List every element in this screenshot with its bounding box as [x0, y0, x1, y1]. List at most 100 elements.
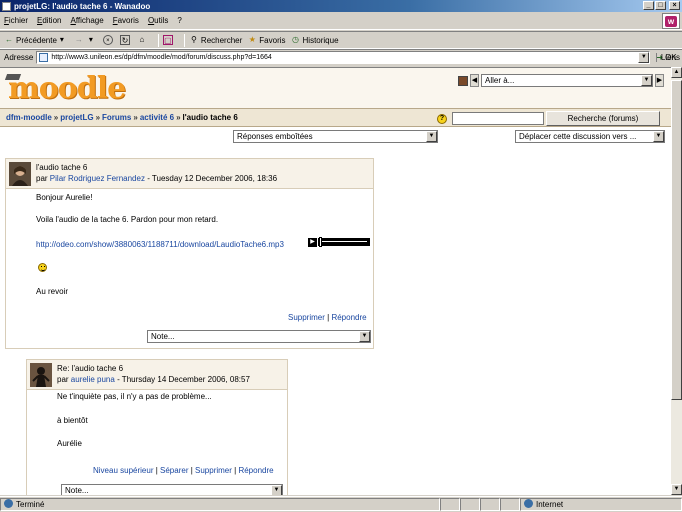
menu-outils[interactable]: Outils — [148, 16, 168, 25]
moodle-logo[interactable]: moodle — [4, 71, 126, 106]
audio-player[interactable]: ▶ — [308, 237, 370, 247]
smiley-icon — [38, 263, 47, 272]
media-button[interactable]: ▢ — [162, 35, 175, 45]
move-discussion-select[interactable]: Déplacer cette discussion vers ... ▼ — [515, 130, 665, 143]
back-arrow-icon: ← — [5, 35, 13, 44]
status-text: Terminé — [16, 500, 45, 509]
post-line: Ne t'inquiète pas, il n'y a pas de probl… — [57, 392, 212, 401]
split-link[interactable]: Séparer — [160, 466, 188, 475]
menu-edition[interactable]: Edition — [37, 16, 61, 25]
stop-button[interactable]: × — [102, 35, 115, 45]
post-by-label: par — [57, 375, 69, 384]
post-date: - Tuesday 12 December 2006, 18:36 — [144, 174, 278, 183]
address-dropdown-icon[interactable]: ▼ — [638, 52, 650, 63]
minimize-button[interactable]: _ — [643, 1, 654, 10]
post-date: - Thursday 14 December 2006, 08:57 — [114, 375, 250, 384]
scroll-up-button[interactable]: ▲ — [671, 67, 682, 78]
home-button[interactable]: ⌂ — [137, 35, 149, 45]
forum-post: l'audio tache 6 par Pilar Rodriguez Fern… — [5, 158, 374, 349]
home-icon: ⌂ — [139, 35, 145, 44]
jump-to-select[interactable]: Aller à... ▼ — [481, 74, 653, 87]
status-cell — [480, 498, 500, 511]
chevron-down-icon: ▼ — [271, 485, 282, 495]
breadcrumb-site[interactable]: dfm-moodle — [6, 113, 52, 122]
graduation-cap-icon — [4, 74, 22, 80]
post-author-link[interactable]: Pilar Rodriguez Fernandez — [50, 174, 145, 183]
rating-select[interactable]: Note... ▼ — [61, 484, 283, 495]
help-icon[interactable]: ? — [437, 114, 447, 124]
delete-link[interactable]: Supprimer — [288, 313, 325, 322]
delete-link[interactable]: Supprimer — [195, 466, 232, 475]
ie-app-icon — [2, 1, 11, 11]
display-mode-select[interactable]: Réponses emboîtées ▼ — [233, 130, 438, 143]
menu-fichier[interactable]: Fichier — [4, 16, 28, 25]
reply-link[interactable]: Répondre — [331, 313, 366, 322]
address-label: Adresse — [4, 53, 34, 62]
parent-link[interactable]: Niveau supérieur — [93, 466, 153, 475]
favorites-button[interactable]: ★ Favoris — [247, 35, 286, 45]
security-zone: Internet — [536, 500, 564, 509]
forward-button[interactable]: → ▾ — [74, 35, 98, 45]
audio-link[interactable]: http://odeo.com/show/3880063/1188711/dow… — [36, 240, 284, 249]
play-icon[interactable]: ▶ — [308, 237, 317, 247]
scroll-down-button[interactable]: ▼ — [671, 484, 682, 495]
chevron-down-icon: ▼ — [653, 131, 664, 142]
internet-globe-icon — [524, 499, 533, 508]
breadcrumb-activity[interactable]: activité 6 — [140, 113, 174, 122]
history-icon: ◷ — [292, 35, 299, 44]
breadcrumb-current: l'audio tache 6 — [182, 113, 238, 122]
favorites-folder-icon: ★ — [248, 35, 256, 44]
window-titlebar: projetLG: l'audio tache 6 - Wanadoo _ □ … — [0, 0, 682, 12]
post-line: Bonjour Aurelie! — [36, 193, 93, 202]
back-button[interactable]: ← Précédente ▾ — [4, 35, 69, 45]
chevron-down-icon: ▼ — [641, 75, 652, 86]
post-author-line: par Pilar Rodriguez Fernandez - Tuesday … — [36, 174, 277, 183]
toolbar-separator — [183, 33, 185, 47]
address-url: http://www3.unileon.es/dp/dfm/moodle/mod… — [51, 54, 272, 61]
security-zone-cell: Internet — [520, 498, 682, 511]
menu-help[interactable]: ? — [177, 16, 181, 25]
history-button[interactable]: ◷ Historique — [291, 35, 339, 45]
rating-select[interactable]: Note... ▼ — [147, 330, 371, 343]
breadcrumb-separator: » — [133, 113, 138, 122]
forum-icon — [458, 75, 468, 86]
scroll-thumb[interactable] — [671, 80, 682, 400]
status-bar: Terminé Internet — [0, 496, 682, 512]
audio-progress-bar[interactable] — [318, 238, 370, 246]
forum-search-button[interactable]: Recherche (forums) — [546, 111, 660, 126]
address-input[interactable]: http://www3.unileon.es/dp/dfm/moodle/mod… — [36, 51, 651, 64]
post-line: Au revoir — [36, 287, 69, 296]
reply-link[interactable]: Répondre — [238, 466, 273, 475]
address-bar: Adresse http://www3.unileon.es/dp/dfm/mo… — [0, 49, 682, 65]
refresh-button[interactable]: ↻ — [119, 35, 132, 45]
close-button[interactable]: × — [669, 1, 680, 10]
page-icon — [39, 53, 49, 62]
menu-favoris[interactable]: Favoris — [113, 16, 139, 25]
refresh-icon: ↻ — [119, 35, 130, 45]
post-line: Voila l'audio de la tache 6. Pardon pour… — [36, 215, 219, 224]
post-subject: l'audio tache 6 — [36, 163, 88, 172]
post-author-link[interactable]: aurelie puna — [71, 375, 115, 384]
post-by-label: par — [36, 174, 48, 183]
chevron-down-icon: ▼ — [426, 131, 437, 142]
breadcrumb-course[interactable]: projetLG — [60, 113, 93, 122]
links-button[interactable]: Liens — [655, 53, 680, 62]
post-header: l'audio tache 6 par Pilar Rodriguez Fern… — [6, 159, 373, 189]
menu-affichage[interactable]: Affichage — [70, 16, 103, 25]
status-cell — [500, 498, 520, 511]
breadcrumb-separator: » — [176, 113, 181, 122]
audio-slider-handle[interactable] — [319, 237, 322, 247]
moodle-header: moodle ◀ Aller à... ▼ ▶ — [0, 68, 671, 108]
prev-activity-button[interactable]: ◀ — [470, 74, 479, 87]
search-button[interactable]: ⚲ Rechercher — [189, 35, 242, 45]
avatar[interactable] — [30, 363, 52, 387]
next-activity-button[interactable]: ▶ — [655, 74, 664, 87]
logo-text: moodle — [8, 71, 126, 106]
move-discussion-value: Déplacer cette discussion vers ... — [519, 132, 637, 141]
breadcrumb-forums[interactable]: Forums — [102, 113, 131, 122]
wanadoo-logo-icon: w — [665, 15, 677, 27]
forum-search-input[interactable] — [452, 112, 544, 125]
vertical-scrollbar[interactable]: ▲ ▼ — [671, 67, 682, 495]
avatar[interactable] — [9, 162, 31, 186]
maximize-button[interactable]: □ — [655, 1, 666, 10]
